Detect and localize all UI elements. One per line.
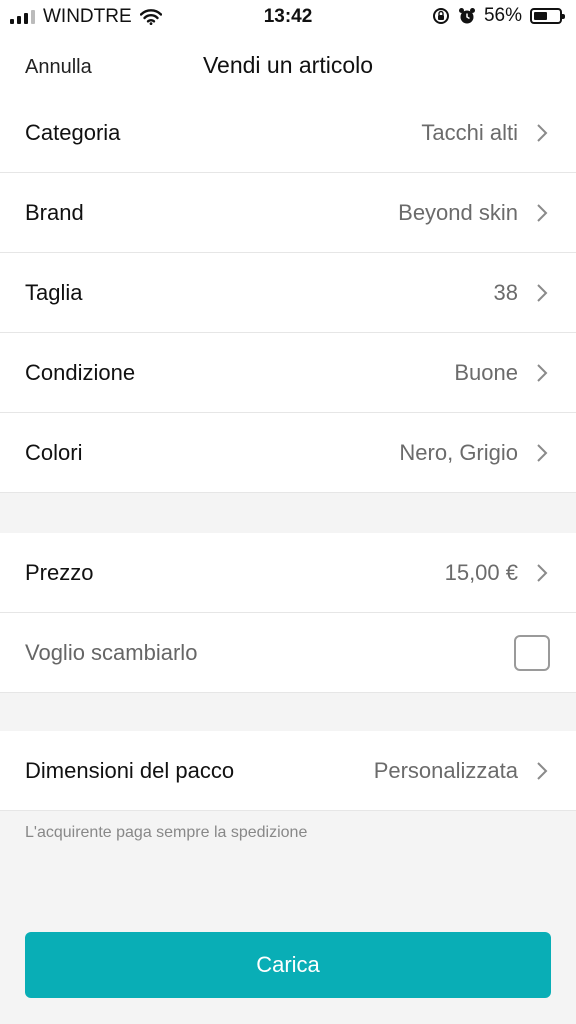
orientation-lock-icon [432,8,449,24]
row-value: Beyond skin [398,199,518,225]
details-group: Categoria Tacchi alti Brand Beyond skin … [0,93,576,493]
price-group: Prezzo 15,00 € Voglio scambiarlo [0,533,576,693]
row-size[interactable]: Taglia 38 [0,253,576,333]
row-package-size[interactable]: Dimensioni del pacco Personalizzata [0,731,576,811]
package-group: Dimensioni del pacco Personalizzata [0,731,576,811]
row-label: Categoria [25,119,121,145]
row-label: Condizione [25,359,136,385]
row-label: Brand [25,199,84,225]
row-brand[interactable]: Brand Beyond skin [0,173,576,253]
battery-icon [530,8,565,24]
row-label: Colori [25,439,83,465]
chevron-right-icon [537,761,548,780]
row-value: Nero, Grigio [399,439,518,465]
row-label: Taglia [25,279,83,305]
row-value: Tacchi alti [421,119,518,145]
row-value-wrap: Buone [454,360,550,386]
nav-bar: Annulla Vendi un articolo [0,34,576,98]
chevron-right-icon [537,123,548,142]
chevron-right-icon [537,443,548,462]
chevron-right-icon [537,283,548,302]
alarm-icon [458,8,475,24]
row-label: Dimensioni del pacco [25,757,235,783]
row-category[interactable]: Categoria Tacchi alti [0,93,576,173]
battery-fill [534,12,548,20]
shipping-note: L'acquirente paga sempre la spedizione [25,824,308,841]
row-value: 38 [493,279,518,305]
battery-percent: 56% [483,5,522,26]
row-price[interactable]: Prezzo 15,00 € [0,533,576,613]
row-label: Voglio scambiarlo [25,639,198,665]
row-colors[interactable]: Colori Nero, Grigio [0,413,576,493]
row-value-wrap: Nero, Grigio [399,440,550,466]
row-value: Personalizzata [373,757,518,783]
swap-checkbox[interactable] [514,634,550,671]
row-value: Buone [454,359,518,385]
row-value-wrap: 15,00 € [445,560,550,586]
row-value: 15,00 € [444,559,518,585]
row-value-wrap: Personalizzata [374,758,550,784]
row-swap[interactable]: Voglio scambiarlo [0,613,576,693]
row-label: Prezzo [25,559,94,585]
row-condition[interactable]: Condizione Buone [0,333,576,413]
row-value-wrap: Beyond skin [398,200,550,226]
chevron-right-icon [537,563,548,582]
status-bar: WINDTRE 13:42 56% [0,0,576,34]
row-value-wrap: 38 [494,280,550,306]
status-right: 56% [432,5,565,27]
upload-button[interactable]: Carica [25,932,551,998]
chevron-right-icon [537,203,548,222]
row-value-wrap: Tacchi alti [421,120,550,146]
chevron-right-icon [537,363,548,382]
page-title: Vendi un articolo [202,52,374,78]
